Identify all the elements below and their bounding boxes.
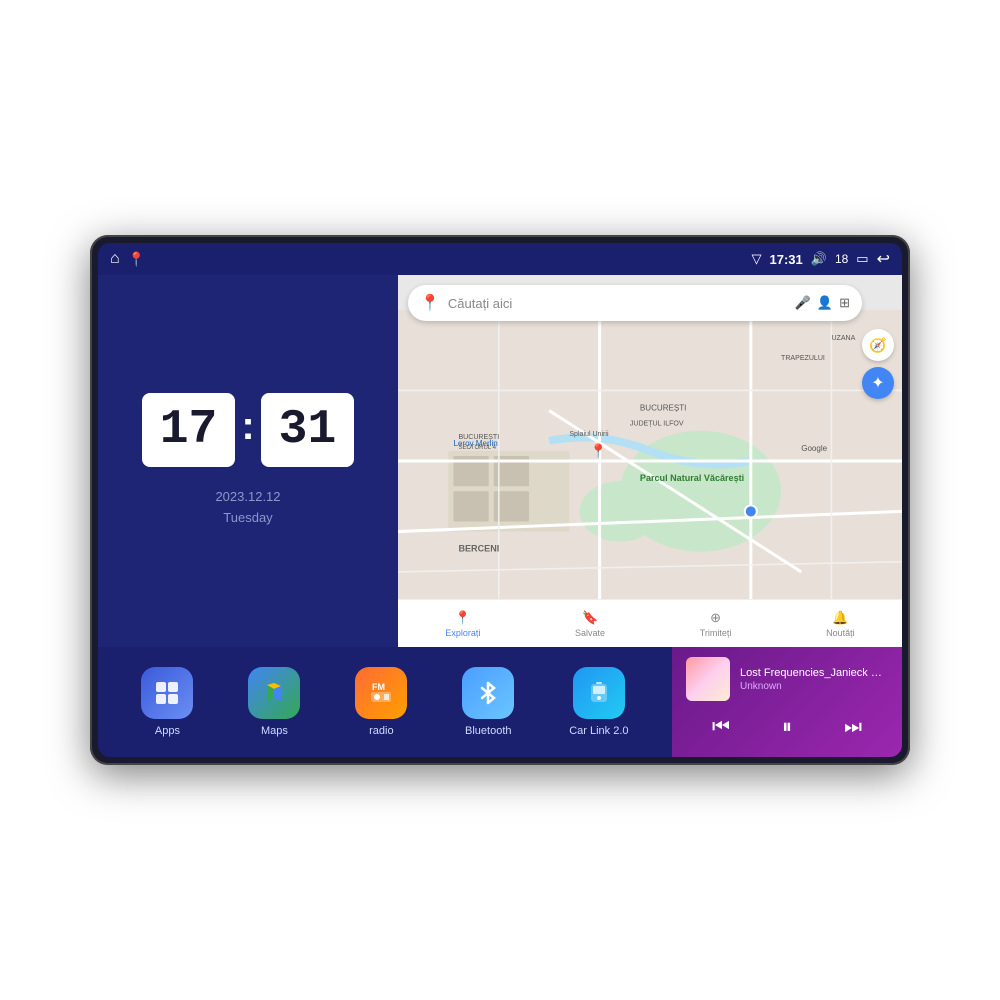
- car-head-unit: ⌂ 📍 ▽ 17:31 🔊 18 ▭ ↩ 17: [90, 235, 910, 765]
- map-search-icons: 🎤 👤 ⊞: [795, 295, 850, 311]
- saved-icon: 🔖: [582, 610, 598, 626]
- signal-icon: ▽: [752, 251, 762, 267]
- bluetooth-icon: [462, 667, 514, 719]
- apps-label: Apps: [155, 725, 180, 737]
- status-left: ⌂ 📍: [110, 250, 145, 268]
- clock-panel: 17 : 31 2023.12.12 Tuesday: [98, 275, 398, 647]
- clock-minute-block: 31: [261, 393, 355, 467]
- status-right: ▽ 17:31 🔊 18 ▭ ↩: [752, 249, 891, 269]
- app-item-bluetooth[interactable]: Bluetooth: [462, 667, 514, 737]
- svg-text:Parcul Natural Văcărești: Parcul Natural Văcărești: [640, 473, 744, 483]
- news-icon: 🔔: [832, 610, 848, 626]
- device-screen: ⌂ 📍 ▽ 17:31 🔊 18 ▭ ↩ 17: [98, 243, 902, 757]
- back-icon[interactable]: ↩: [877, 249, 890, 269]
- map-nav-send[interactable]: ⊕ Trimiteți: [700, 610, 732, 638]
- maps-icon: [248, 667, 300, 719]
- google-maps-icon: 📍: [420, 293, 440, 313]
- carlink-icon: [573, 667, 625, 719]
- volume-icon: 🔊: [811, 251, 827, 267]
- svg-text:SECTORUL 4: SECTORUL 4: [458, 445, 496, 451]
- clock-colon: :: [241, 404, 254, 449]
- radio-label: radio: [369, 725, 393, 737]
- music-title: Lost Frequencies_Janieck Devy-...: [740, 667, 888, 679]
- music-controls: ⏮ ⏸ ⏭: [686, 708, 888, 747]
- music-thumbnail: [686, 657, 730, 701]
- status-bar: ⌂ 📍 ▽ 17:31 🔊 18 ▭ ↩: [98, 243, 902, 275]
- send-label: Trimiteți: [700, 628, 732, 638]
- map-nav-explore[interactable]: 📍 Explorați: [445, 610, 480, 638]
- map-nav-news[interactable]: 🔔 Noutăți: [826, 610, 855, 638]
- clock-hour-block: 17: [142, 393, 236, 467]
- svg-text:BUCUREȘTI: BUCUREȘTI: [458, 434, 499, 441]
- clock-date: 2023.12.12 Tuesday: [215, 487, 280, 529]
- news-label: Noutăți: [826, 628, 855, 638]
- map-side-buttons: 🧭 ✦: [862, 329, 894, 399]
- clock-day-value: Tuesday: [215, 508, 280, 529]
- compass-button[interactable]: 🧭: [862, 329, 894, 361]
- svg-text:BERCENI: BERCENI: [458, 544, 499, 554]
- svg-text:JUDEȚUL ILFOV: JUDEȚUL ILFOV: [630, 421, 684, 428]
- app-item-apps[interactable]: Apps: [141, 667, 193, 737]
- svg-text:Google: Google: [801, 444, 827, 453]
- top-section: 17 : 31 2023.12.12 Tuesday: [98, 275, 902, 647]
- bottom-section: Apps Maps: [98, 647, 902, 757]
- maps-pin-icon[interactable]: 📍: [128, 251, 145, 268]
- carlink-label: Car Link 2.0: [569, 725, 628, 737]
- play-pause-button[interactable]: ⏸: [774, 712, 800, 743]
- map-nav-saved[interactable]: 🔖 Salvate: [575, 610, 605, 638]
- app-item-radio[interactable]: FM radio: [355, 667, 407, 737]
- send-icon: ⊕: [710, 610, 721, 626]
- svg-text:FM: FM: [372, 682, 385, 692]
- map-panel[interactable]: BERCENI BUCUREȘTI JUDEȚUL ILFOV TRAPEZUL…: [398, 275, 902, 647]
- map-inner: BERCENI BUCUREȘTI JUDEȚUL ILFOV TRAPEZUL…: [398, 275, 902, 647]
- clock-date-value: 2023.12.12: [215, 487, 280, 508]
- explore-icon: 📍: [455, 610, 471, 626]
- svg-text:Splaiul Unirii: Splaiul Unirii: [569, 431, 609, 438]
- apps-icon: [141, 667, 193, 719]
- clock-hour: 17: [160, 403, 218, 457]
- radio-icon: FM: [355, 667, 407, 719]
- svg-text:TRAPEZULUI: TRAPEZULUI: [781, 355, 825, 362]
- main-content: 17 : 31 2023.12.12 Tuesday: [98, 275, 902, 757]
- recenter-button[interactable]: ✦: [862, 367, 894, 399]
- layers-icon[interactable]: ⊞: [839, 295, 850, 311]
- account-icon[interactable]: 👤: [817, 295, 833, 311]
- clock-minute: 31: [279, 403, 337, 457]
- home-icon[interactable]: ⌂: [110, 250, 120, 268]
- voice-search-icon[interactable]: 🎤: [795, 295, 811, 311]
- prev-button[interactable]: ⏮: [704, 712, 738, 743]
- map-svg: BERCENI BUCUREȘTI JUDEȚUL ILFOV TRAPEZUL…: [398, 275, 902, 647]
- map-search-bar[interactable]: 📍 Căutați aici 🎤 👤 ⊞: [408, 285, 862, 321]
- map-search-placeholder: Căutați aici: [448, 296, 787, 311]
- bluetooth-label: Bluetooth: [465, 725, 511, 737]
- saved-label: Salvate: [575, 628, 605, 638]
- music-player: Lost Frequencies_Janieck Devy-... Unknow…: [672, 647, 902, 757]
- svg-text:UZANA: UZANA: [831, 335, 855, 342]
- volume-level: 18: [835, 252, 848, 266]
- battery-icon: ▭: [856, 251, 868, 267]
- status-time: 17:31: [770, 252, 803, 267]
- map-bottom-bar: 📍 Explorați 🔖 Salvate ⊕ Trimiteți: [398, 599, 902, 647]
- app-item-carlink[interactable]: Car Link 2.0: [569, 667, 628, 737]
- explore-label: Explorați: [445, 628, 480, 638]
- maps-label: Maps: [261, 725, 288, 737]
- next-button[interactable]: ⏭: [836, 712, 870, 743]
- music-thumbnail-image: [686, 657, 730, 701]
- svg-text:📍: 📍: [590, 443, 608, 460]
- apps-dock: Apps Maps: [98, 647, 672, 757]
- music-top: Lost Frequencies_Janieck Devy-... Unknow…: [686, 657, 888, 701]
- music-info: Lost Frequencies_Janieck Devy-... Unknow…: [740, 667, 888, 692]
- svg-text:BUCUREȘTI: BUCUREȘTI: [640, 404, 687, 413]
- app-item-maps[interactable]: Maps: [248, 667, 300, 737]
- clock-display: 17 : 31: [142, 393, 355, 467]
- music-artist: Unknown: [740, 681, 888, 692]
